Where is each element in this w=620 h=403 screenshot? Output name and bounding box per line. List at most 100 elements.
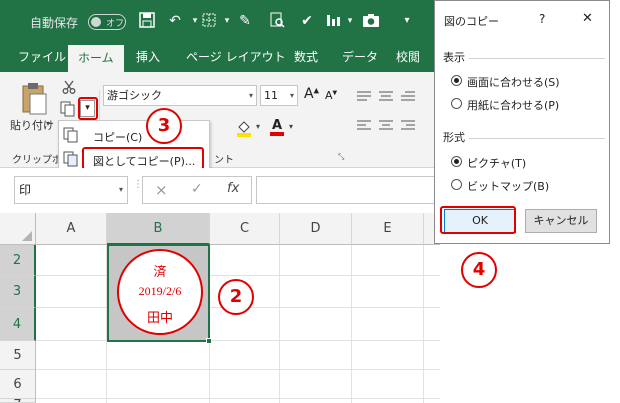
stamp-mark: 済: [153, 264, 167, 279]
gridline: [279, 245, 280, 403]
option-picture[interactable]: ピクチャ(T): [467, 155, 526, 171]
tab-formulas[interactable]: 数式: [284, 42, 328, 72]
formula-bar: 印 ▾ ⋮ × ✓ fx: [0, 168, 440, 213]
grow-font-letter: A: [304, 86, 314, 102]
insert-function-icon[interactable]: fx: [227, 181, 239, 196]
enter-icon[interactable]: ✓: [191, 181, 203, 197]
cancel-icon[interactable]: ×: [155, 181, 168, 199]
row-header-2[interactable]: 2: [0, 245, 36, 276]
fill-handle[interactable]: [206, 338, 212, 344]
formula-bar-grip-icon[interactable]: ⋮: [133, 180, 143, 200]
tab-insert[interactable]: 挿入: [126, 42, 170, 72]
column-header-e[interactable]: E: [352, 213, 424, 245]
option-bitmap[interactable]: ビットマップ(B): [467, 178, 549, 194]
help-button[interactable]: ?: [539, 12, 545, 26]
step-2-marker: 2: [218, 279, 254, 315]
font-color-icon[interactable]: A: [269, 118, 285, 136]
tab-home[interactable]: ホーム: [68, 45, 124, 72]
font-name-box[interactable]: 游ゴシック ▾: [103, 85, 257, 106]
radio-screen[interactable]: [451, 75, 462, 86]
align-middle-icon[interactable]: [379, 91, 393, 103]
gridline: [36, 369, 440, 370]
stamp-seal: 済 2019/2/6 田中: [117, 249, 203, 335]
font-group-label: ント: [214, 155, 234, 166]
font-name-dropdown-icon[interactable]: ▾: [249, 86, 253, 105]
stamp-date: 2019/2/6: [138, 284, 182, 298]
divider: [469, 58, 605, 59]
copy-picture-highlight: [82, 147, 204, 170]
align-left-icon[interactable]: [357, 120, 371, 132]
ribbon-tabs: ファイル ホーム 挿入 ページ レイアウト 数式 データ 校閲: [0, 42, 440, 72]
font-size-dropdown-icon[interactable]: ▾: [290, 86, 294, 105]
cancel-button[interactable]: キャンセル: [525, 209, 597, 233]
step3-highlight: [78, 97, 98, 120]
fill-color-dropdown-icon[interactable]: ▾: [256, 122, 260, 131]
save-icon[interactable]: [138, 12, 156, 30]
divider: [469, 138, 605, 139]
tab-file[interactable]: ファイル: [8, 42, 76, 72]
column-header-a[interactable]: A: [36, 213, 107, 245]
grow-font-icon[interactable]: A▲: [304, 86, 319, 102]
stamp-name: 田中: [146, 310, 173, 325]
chart-dropdown-icon[interactable]: ▾: [341, 12, 359, 30]
tab-review[interactable]: 校閲: [386, 42, 430, 72]
gridline: [36, 398, 440, 399]
tab-page-layout[interactable]: ページ レイアウト: [176, 42, 296, 72]
formula-input[interactable]: [256, 176, 440, 204]
undo-icon[interactable]: ↶: [166, 12, 184, 30]
radio-bitmap[interactable]: [451, 179, 462, 190]
row-header-5[interactable]: 5: [0, 341, 36, 370]
column-header-c[interactable]: C: [210, 213, 280, 245]
radio-printer[interactable]: [451, 98, 462, 109]
title-bar: 自動保存 オフ ↶ ▾ ▾ ✎ ✔ ▾ ▾: [0, 0, 440, 42]
option-as-shown-on-screen[interactable]: 画面に合わせる(S): [467, 74, 560, 90]
clipboard-icon[interactable]: [20, 82, 48, 116]
font-dialog-launcher-icon[interactable]: ⤡: [338, 152, 344, 162]
font-size-value: 11: [264, 89, 278, 102]
row-header-7[interactable]: 7: [0, 399, 36, 403]
shrink-font-letter: A: [325, 89, 333, 102]
print-preview-icon[interactable]: [268, 12, 286, 30]
font-size-box[interactable]: 11 ▾: [260, 85, 298, 106]
autosave-toggle[interactable]: オフ: [88, 14, 126, 30]
paste-dropdown-icon[interactable]: ▾: [46, 119, 50, 128]
step-4-marker: 4: [461, 252, 497, 288]
selected-range[interactable]: 済 2019/2/6 田中: [107, 244, 212, 344]
camera-icon[interactable]: [362, 12, 380, 30]
align-right-icon[interactable]: [401, 120, 415, 132]
align-bottom-icon[interactable]: [401, 91, 415, 103]
gridline: [36, 340, 440, 341]
row-header-3[interactable]: 3: [0, 276, 36, 308]
menu-copy-picture-icon: [63, 151, 79, 167]
row-header-6[interactable]: 6: [0, 370, 36, 399]
font-color-dropdown-icon[interactable]: ▾: [289, 122, 293, 131]
chart-icon[interactable]: [324, 12, 342, 30]
cut-icon[interactable]: [62, 80, 76, 94]
column-header-b[interactable]: B: [107, 213, 210, 245]
appearance-label: 表示: [443, 51, 465, 64]
dialog-title: 図のコピー: [444, 15, 499, 28]
formula-buttons: × ✓ fx: [142, 176, 252, 204]
option-as-shown-when-printed[interactable]: 用紙に合わせる(P): [467, 97, 559, 113]
column-header-d[interactable]: D: [280, 213, 352, 245]
spellcheck-icon[interactable]: ✔: [298, 12, 316, 30]
tab-data[interactable]: データ: [332, 42, 388, 72]
borders-dropdown-icon[interactable]: ▾: [218, 12, 236, 30]
row-header-4[interactable]: 4: [0, 308, 36, 341]
customize-qat-icon[interactable]: ▾: [398, 12, 416, 30]
fill-color-icon[interactable]: [236, 119, 252, 137]
menu-copy-icon: [63, 127, 79, 143]
name-box-dropdown-icon[interactable]: ▾: [119, 177, 123, 203]
select-all-corner[interactable]: [0, 213, 36, 245]
borders-icon[interactable]: [200, 12, 218, 30]
menu-copy-item[interactable]: コピー(C): [93, 129, 142, 145]
close-button[interactable]: ✕: [582, 11, 593, 26]
radio-picture[interactable]: [451, 156, 462, 167]
format-painter-icon[interactable]: ✎: [236, 12, 254, 30]
shrink-font-icon[interactable]: A▼: [325, 89, 337, 102]
align-center-icon[interactable]: [379, 120, 393, 132]
align-top-icon[interactable]: [357, 91, 371, 103]
font-name-value: 游ゴシック: [107, 89, 162, 102]
name-box[interactable]: 印 ▾: [14, 176, 128, 204]
copy-icon[interactable]: [60, 101, 76, 117]
